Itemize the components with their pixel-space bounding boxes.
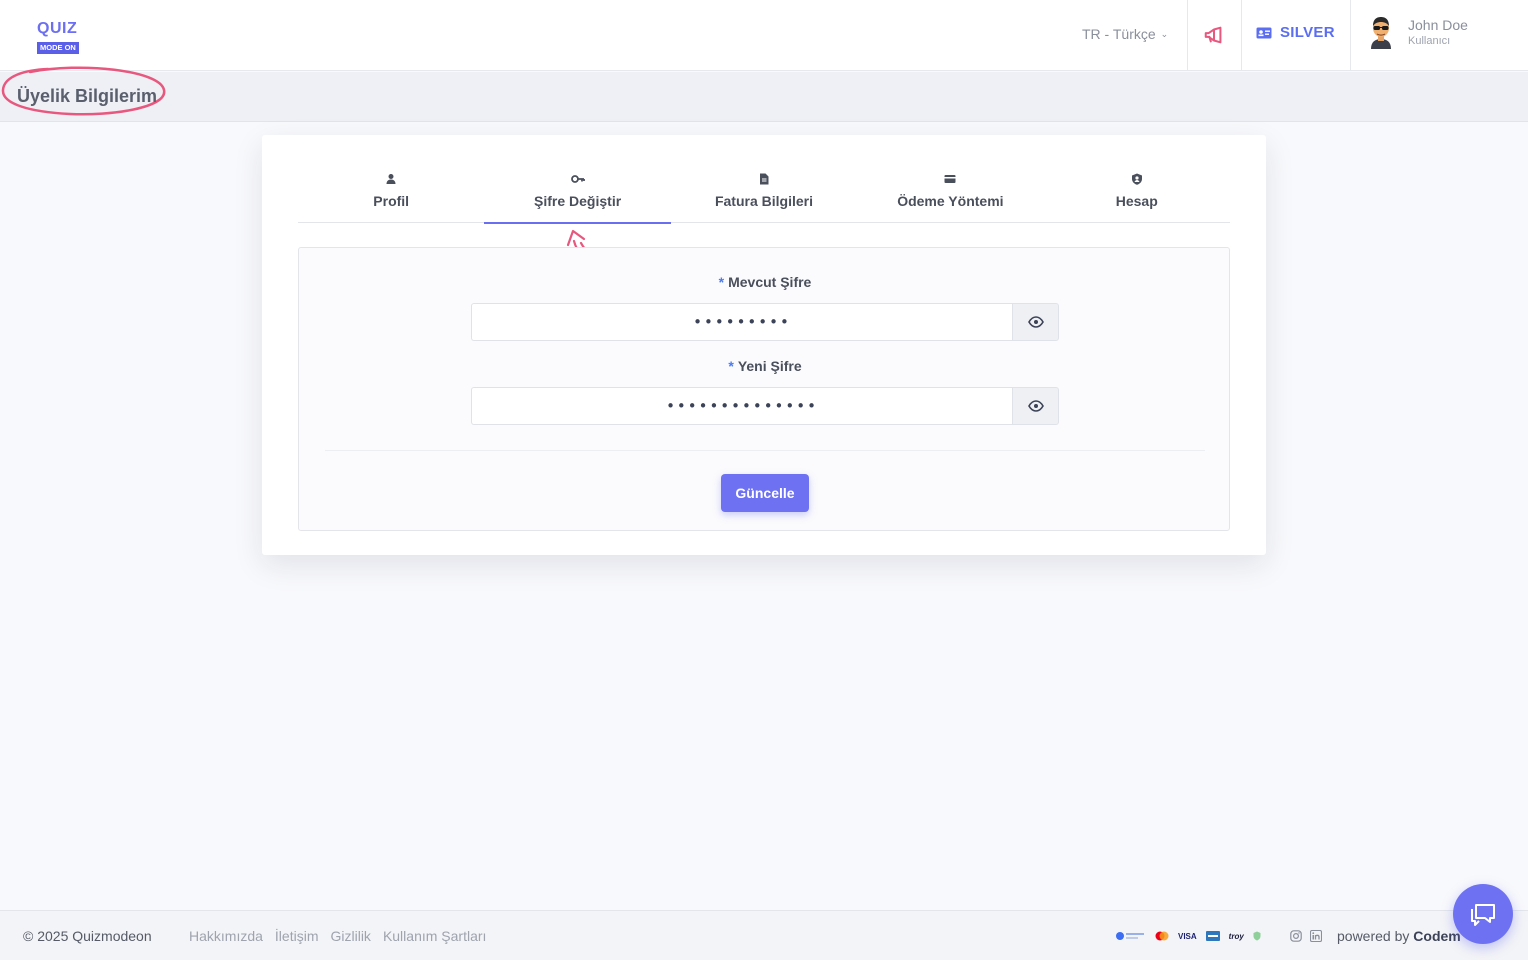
megaphone-icon[interactable] <box>1203 24 1225 46</box>
tab-payment-method[interactable]: Ödeme Yöntemi <box>857 167 1043 223</box>
update-button[interactable]: Güncelle <box>721 474 809 512</box>
logo-text-top: QUIZ <box>37 20 78 37</box>
powered-brand[interactable]: Codem <box>1413 928 1460 944</box>
plan-label: SILVER <box>1280 24 1335 41</box>
label-text: Yeni Şifre <box>737 358 802 374</box>
social-links <box>1290 930 1322 942</box>
plan-badge[interactable]: SILVER <box>1256 24 1335 41</box>
footer-link-terms[interactable]: Kullanım Şartları <box>383 928 486 944</box>
form-divider <box>325 450 1205 451</box>
tab-account[interactable]: Hesap <box>1044 167 1230 223</box>
footer-link-about[interactable]: Hakkımızda <box>189 928 263 944</box>
chat-button[interactable] <box>1453 884 1513 944</box>
language-selector[interactable]: TR - Türkçe ⌄ <box>1082 26 1168 42</box>
user-role: Kullanıcı <box>1408 35 1451 47</box>
required-mark: * <box>718 274 725 290</box>
copyright: © 2025 Quizmodeon <box>23 928 152 944</box>
change-password-form: *Mevcut Şifre *Yeni Şifre <box>298 247 1230 531</box>
page-subheader: Üyelik Bilgilerim <box>0 66 1528 122</box>
page-footer: © 2025 Quizmodeon Hakkımızda İletişim Gi… <box>0 910 1528 960</box>
user-icon <box>386 174 396 184</box>
required-mark: * <box>728 358 734 374</box>
language-label: TR - Türkçe <box>1082 26 1156 42</box>
tab-label: Ödeme Yöntemi <box>897 193 1004 209</box>
footer-links: Hakkımızda İletişim Gizlilik Kullanım Şa… <box>189 928 486 944</box>
current-password-input[interactable] <box>471 303 1012 341</box>
tab-label: Hesap <box>1115 193 1158 209</box>
new-password-input[interactable] <box>471 387 1012 425</box>
footer-link-contact[interactable]: İletişim <box>275 928 319 944</box>
tab-label: Şifre Değiştir <box>534 193 622 209</box>
visa-logo: VISA <box>1178 931 1197 941</box>
user-menu[interactable]: John Doe Kullanıcı <box>1368 15 1468 49</box>
tab-profile[interactable]: Profil <box>298 167 484 223</box>
footer-link-privacy[interactable]: Gizlilik <box>330 928 370 944</box>
logo-text-bottom: MODE ON <box>37 42 79 54</box>
tab-label: Fatura Bilgileri <box>714 193 813 209</box>
avatar <box>1371 17 1391 49</box>
current-password-group <box>471 303 1059 341</box>
user-name: John Doe <box>1408 17 1468 33</box>
tab-billing-info[interactable]: Fatura Bilgileri <box>671 167 857 223</box>
toggle-current-password-button[interactable] <box>1012 303 1059 341</box>
payment-logos: VISA troy <box>1116 930 1261 942</box>
header-divider <box>1187 0 1188 71</box>
shield-user-icon <box>1131 173 1142 185</box>
current-password-label: * Mevcut Şifre <box>299 274 1231 290</box>
troy-logo: troy <box>1228 931 1244 941</box>
powered-prefix: powered by <box>1337 928 1414 944</box>
instagram-icon[interactable] <box>1290 930 1302 942</box>
eye-icon <box>1027 400 1044 412</box>
membership-tabs: Profil Şifre Değiştir Fatura Bilgileri Ö… <box>298 167 1230 224</box>
chat-icon <box>1471 904 1495 926</box>
secure-badge-icon <box>1253 931 1261 941</box>
tab-change-password[interactable]: Şifre Değiştir <box>484 167 672 224</box>
chevron-down-icon: ⌄ <box>1160 28 1169 39</box>
new-password-group <box>471 387 1059 425</box>
header-divider <box>1350 0 1351 71</box>
id-card-icon <box>1256 27 1272 38</box>
amex-icon <box>1205 931 1220 941</box>
key-icon <box>570 175 585 183</box>
powered-by: powered by Codem <box>1337 928 1461 944</box>
page-title: Üyelik Bilgilerim <box>17 86 158 106</box>
header-divider <box>1241 0 1242 71</box>
iyzico-logo-icon <box>1116 932 1144 940</box>
linkedin-icon[interactable] <box>1310 930 1322 942</box>
document-icon <box>759 173 769 185</box>
quiz-logo[interactable]: QUIZ MODE ON <box>37 20 83 55</box>
mastercard-icon <box>1155 931 1169 941</box>
credit-card-icon <box>944 175 956 183</box>
tab-label: Profil <box>373 193 410 209</box>
eye-icon <box>1027 316 1044 328</box>
membership-card: Profil Şifre Değiştir Fatura Bilgileri Ö… <box>262 135 1266 555</box>
toggle-new-password-button[interactable] <box>1012 387 1059 425</box>
label-text: Mevcut Şifre <box>728 274 812 290</box>
new-password-label: * Yeni Şifre <box>299 358 1231 374</box>
top-header: QUIZ MODE ON TR - Türkçe ⌄ SILVER John D… <box>0 0 1528 71</box>
